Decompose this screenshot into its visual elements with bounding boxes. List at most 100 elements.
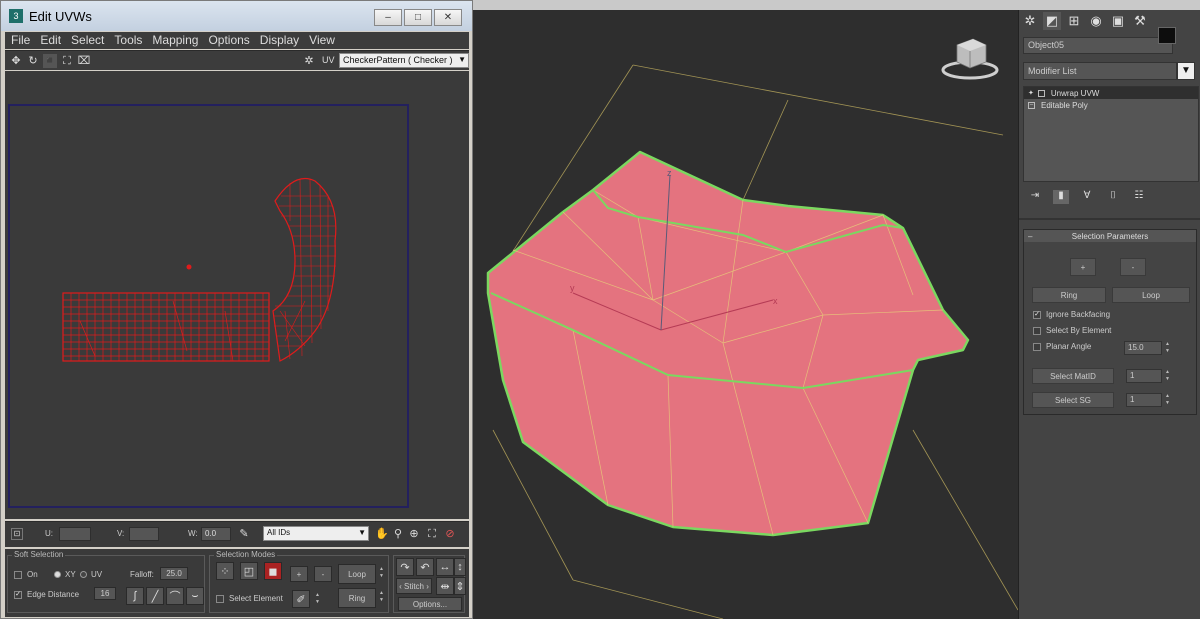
menu-mapping[interactable]: Mapping (152, 32, 208, 49)
rotate-icon[interactable]: ↻ (26, 54, 40, 68)
pin-stack-icon[interactable]: ⇥ (1027, 190, 1043, 204)
align-vertical-icon[interactable]: ⇕ (454, 577, 466, 595)
ring-button[interactable]: Ring (338, 588, 376, 608)
chevron-down-icon[interactable]: ▼ (458, 55, 466, 64)
menu-file[interactable]: File (11, 32, 40, 49)
expand-box[interactable]: – (1028, 101, 1035, 109)
radio-icon[interactable] (80, 571, 87, 578)
stack-item-unwrap-uvw[interactable]: ✦ Unwrap UVW (1024, 87, 1198, 99)
remove-modifier-icon[interactable]: ⌷ (1105, 190, 1121, 204)
w-field[interactable]: 0.0 (201, 527, 231, 541)
menu-options[interactable]: Options (208, 32, 259, 49)
checkbox-icon[interactable] (216, 594, 224, 603)
uv-axis-label[interactable]: UV (322, 55, 335, 65)
soft-selection-on-checkbox[interactable]: On (14, 570, 38, 579)
align-horizontal-icon[interactable]: ⇹ (436, 577, 454, 595)
falloff-spinner[interactable]: 25.0 (160, 567, 188, 580)
configure-sets-icon[interactable]: ☷ (1131, 190, 1147, 204)
shrink-selection-button[interactable]: - (1120, 258, 1146, 276)
menu-edit[interactable]: Edit (40, 32, 71, 49)
lightbulb-icon[interactable]: ✦ (1028, 89, 1034, 97)
make-unique-icon[interactable]: ∀ (1079, 190, 1095, 204)
spinner-arrows-icon[interactable]: ▲ ▼ (1164, 369, 1171, 383)
edge-distance-spinner[interactable]: 16 (94, 587, 116, 600)
planar-angle-spinner[interactable]: 15.0 (1124, 341, 1162, 355)
select-by-element-checkbox[interactable]: Select By Element (1033, 326, 1111, 335)
rotate-cw-icon[interactable]: ↷ (396, 558, 414, 576)
v-field[interactable] (129, 527, 159, 541)
lock-icon[interactable]: ✎ (237, 527, 251, 541)
spinner-arrows-icon[interactable]: ▲ ▼ (378, 566, 385, 580)
falloff-curve-fast-icon[interactable]: ⌣ (186, 587, 204, 605)
falloff-curve-smooth-icon[interactable]: ∫ (126, 587, 144, 605)
scale-icon[interactable]: ◾ (43, 54, 57, 68)
utilities-tab-icon[interactable]: ⚒ (1131, 12, 1149, 30)
display-tab-icon[interactable]: ▣ (1109, 12, 1127, 30)
filter-icon[interactable]: ⊘ (443, 527, 457, 541)
viewcube-icon[interactable] (941, 38, 999, 80)
hierarchy-tab-icon[interactable]: ⊞ (1065, 12, 1083, 30)
zoom-region-icon[interactable]: ⊕ (407, 527, 421, 541)
mesh-object[interactable] (486, 150, 970, 537)
edge-distance-checkbox[interactable]: ✓ Edge Distance (14, 590, 79, 599)
absolute-offset-icon[interactable]: ⊡ (11, 528, 23, 540)
falloff-curve-slow-icon[interactable]: ⌒ (166, 587, 184, 605)
xy-radio[interactable]: XY (54, 570, 76, 579)
menu-select[interactable]: Select (71, 32, 114, 49)
show-end-result-icon[interactable]: ▮ (1053, 190, 1069, 204)
matid-spinner[interactable]: 1 (1126, 369, 1162, 383)
sg-spinner[interactable]: 1 (1126, 393, 1162, 407)
rotate-ccw-icon[interactable]: ↶ (416, 558, 434, 576)
menu-view[interactable]: View (309, 32, 345, 49)
spinner-arrows-icon[interactable]: ▲ ▼ (1164, 341, 1171, 355)
menu-tools[interactable]: Tools (114, 32, 152, 49)
uv-radio[interactable]: UV (80, 570, 102, 579)
pan-icon[interactable]: ✋ (375, 527, 389, 541)
select-element-checkbox[interactable]: Select Element (216, 594, 283, 603)
menu-display[interactable]: Display (260, 32, 309, 49)
create-tab-icon[interactable]: ✲ (1021, 12, 1039, 30)
close-button[interactable]: ✕ (434, 9, 462, 26)
grow-button[interactable]: + (290, 566, 308, 582)
select-sg-button[interactable]: Select SG (1032, 392, 1114, 408)
checkbox-icon[interactable] (1033, 342, 1041, 351)
checkbox-icon[interactable] (1033, 326, 1041, 335)
spinner-arrows-icon[interactable]: ▲ ▼ (314, 592, 321, 606)
mirror-horizontal-icon[interactable]: ↔ (436, 558, 454, 576)
face-mode-icon[interactable]: ◼ (264, 562, 282, 580)
maximize-button[interactable]: □ (404, 9, 432, 26)
stitch-button[interactable]: ‹ Stitch › (396, 578, 432, 594)
loop-button[interactable]: Loop (338, 564, 376, 584)
modifier-list-dropdown[interactable]: Modifier List (1023, 62, 1177, 80)
select-matid-button[interactable]: Select MatID (1032, 368, 1114, 384)
rollout-header[interactable]: – Selection Parameters (1024, 230, 1196, 242)
falloff-curve-linear-icon[interactable]: ╱ (146, 587, 164, 605)
modify-tab-icon[interactable]: ◩ (1043, 12, 1061, 30)
mirror-icon[interactable]: ⌧ (77, 54, 91, 68)
material-ids-select[interactable]: All IDs ▼ (263, 526, 369, 541)
ignore-backfacing-checkbox[interactable]: ✓ Ignore Backfacing (1033, 310, 1110, 319)
move-icon[interactable]: ✥ (9, 54, 23, 68)
perspective-viewport[interactable]: y x z (473, 10, 1018, 619)
stack-item-editable-poly[interactable]: – Editable Poly (1024, 99, 1198, 111)
u-field[interactable] (59, 527, 91, 541)
spinner-arrows-icon[interactable]: ▲ ▼ (1164, 393, 1171, 407)
texture-select[interactable]: CheckerPattern ( Checker ) ▼ (339, 53, 469, 68)
checkbox-icon[interactable]: ✓ (14, 590, 22, 599)
paint-select-icon[interactable]: ✐ (292, 590, 310, 608)
edge-mode-icon[interactable]: ◰ (240, 562, 258, 580)
shrink-button[interactable]: - (314, 566, 332, 582)
freeform-icon[interactable]: ⛶ (60, 54, 74, 68)
ring-button[interactable]: Ring (1032, 287, 1106, 303)
motion-tab-icon[interactable]: ◉ (1087, 12, 1105, 30)
collapse-icon[interactable]: – (1028, 232, 1032, 241)
uv-editor-canvas[interactable] (5, 71, 469, 519)
expand-box[interactable] (1037, 89, 1045, 97)
zoom-extents-icon[interactable]: ⛶ (425, 527, 439, 541)
chevron-down-icon[interactable]: ▼ (358, 528, 366, 537)
options-button[interactable]: Options... (398, 597, 462, 611)
object-color-swatch[interactable] (1158, 27, 1176, 44)
loop-button[interactable]: Loop (1112, 287, 1190, 303)
radio-icon[interactable] (54, 571, 61, 578)
object-name-field[interactable]: Object05 (1023, 37, 1173, 54)
